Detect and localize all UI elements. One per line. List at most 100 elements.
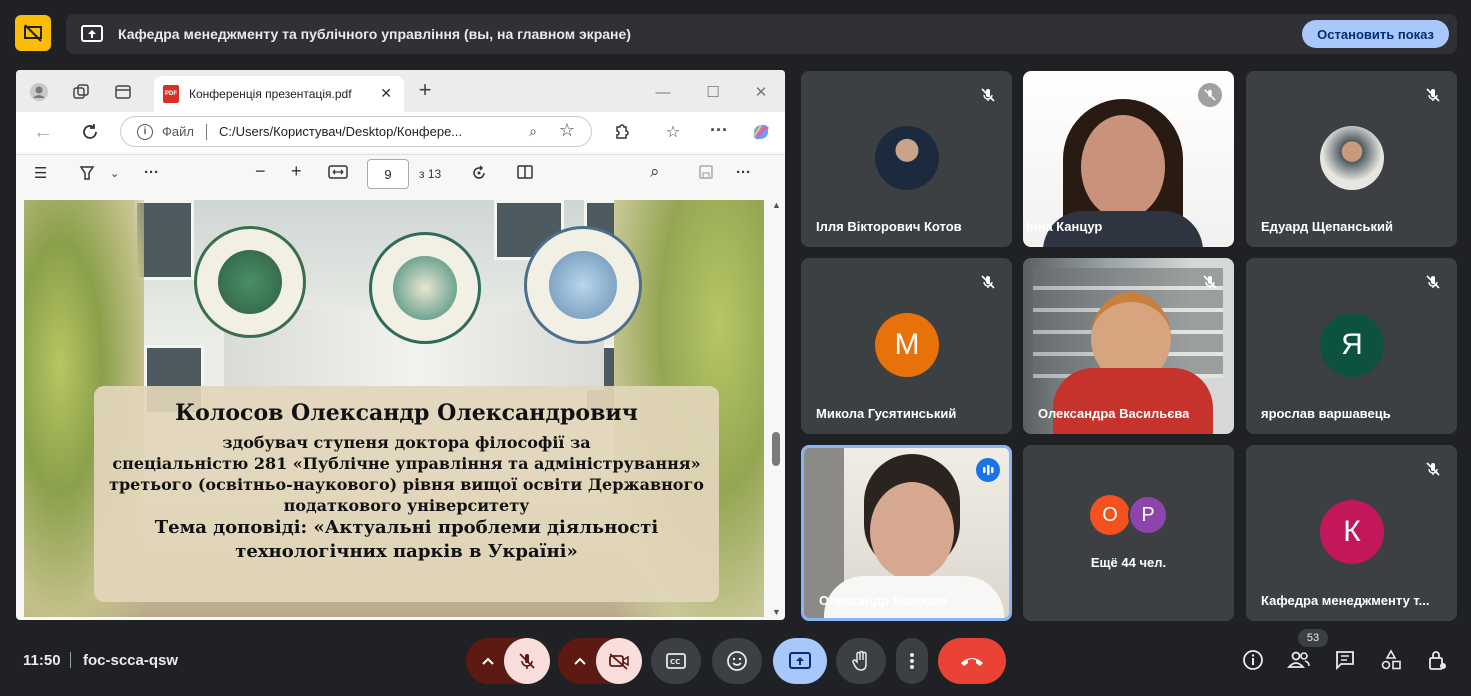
leave-call-button[interactable] xyxy=(938,638,1006,684)
participant-tile[interactable]: М Микола Гусятинський xyxy=(801,258,1012,434)
people-button[interactable] xyxy=(1284,645,1314,675)
avatar: К xyxy=(1320,500,1384,564)
avatar: Р xyxy=(1128,495,1168,535)
draw-options-chevron-icon[interactable]: ⌄ xyxy=(110,167,119,180)
maximize-icon[interactable]: ☐ xyxy=(702,81,724,103)
pdf-file-icon: PDF xyxy=(163,85,179,103)
tab-actions-icon[interactable] xyxy=(112,81,134,103)
chat-button[interactable] xyxy=(1330,645,1360,675)
copilot-icon[interactable] xyxy=(750,121,772,143)
participant-tile[interactable]: Олександра Васильєва xyxy=(1023,258,1234,434)
reactions-button[interactable] xyxy=(712,638,762,684)
participant-tile[interactable]: Едуард Щепанський xyxy=(1246,71,1457,247)
stop-presenting-button[interactable]: Остановить показ xyxy=(1302,20,1449,48)
back-icon[interactable]: ← xyxy=(32,121,54,143)
address-bar[interactable]: i Файл C:/Users/Користувач/Desktop/Конфе… xyxy=(120,116,592,147)
participant-tile[interactable]: К Кафедра менеджменту т... xyxy=(1246,445,1457,621)
page-view-icon[interactable] xyxy=(516,164,534,184)
activities-button[interactable] xyxy=(1376,645,1406,675)
minimize-icon[interactable]: — xyxy=(652,81,674,103)
svg-text:CC: CC xyxy=(670,658,680,666)
participant-name: Ілля Вікторович Котов xyxy=(816,219,962,234)
mic-off-icon xyxy=(976,83,1000,107)
mic-off-icon xyxy=(519,653,535,669)
participant-tile-active-speaker[interactable]: Олександр Колосов xyxy=(801,445,1012,621)
camera-toggle-button[interactable] xyxy=(596,638,642,684)
camera-options-button[interactable] xyxy=(562,638,598,684)
hand-icon xyxy=(852,650,867,671)
participant-name: Олександр Колосов xyxy=(819,593,948,608)
page-number-input[interactable]: 9 xyxy=(367,159,409,189)
address-scheme-label: Файл xyxy=(162,124,194,139)
presentation-indicator-icon[interactable] xyxy=(15,15,51,51)
participant-name: Інна Канцур xyxy=(1026,219,1103,234)
profile-icon[interactable] xyxy=(28,81,50,103)
mic-off-icon xyxy=(976,270,1000,294)
talk-topic-line: технологічних парків в Україні» xyxy=(235,541,578,562)
tab-pdf[interactable]: PDF Конференція презентація.pdf ✕ xyxy=(154,76,404,112)
pdf-settings-more-icon[interactable]: ··· xyxy=(736,164,751,181)
save-icon[interactable] xyxy=(698,164,714,184)
pdf-slide: Колосов Олександр Олександрович здобувач… xyxy=(24,200,764,617)
pdf-toolbar: ☰ ⌄ ··· − + 9 з 13 ⌕ ··· xyxy=(16,154,785,192)
participant-video xyxy=(870,482,954,580)
participant-name: Едуард Щепанський xyxy=(1261,219,1393,234)
meeting-info-button[interactable] xyxy=(1238,645,1268,675)
favorites-icon[interactable]: ☆ xyxy=(662,121,684,143)
pdf-more-icon[interactable]: ··· xyxy=(144,164,159,181)
window-close-icon[interactable]: ✕ xyxy=(750,81,772,103)
mic-off-icon xyxy=(1421,83,1445,107)
close-tab-icon[interactable]: ✕ xyxy=(380,85,392,102)
pdf-search-icon[interactable]: ⌕ xyxy=(650,162,660,182)
favorite-star-icon[interactable]: ☆ xyxy=(559,120,575,141)
more-participants-label: Ещё 44 чел. xyxy=(1090,555,1167,570)
avatar: Я xyxy=(1320,313,1384,377)
workspaces-icon[interactable] xyxy=(70,81,92,103)
faculty-seal-logo xyxy=(369,232,481,344)
new-tab-icon[interactable]: + xyxy=(414,77,436,102)
mic-off-icon xyxy=(1421,270,1445,294)
present-now-button[interactable] xyxy=(773,638,827,684)
shared-browser-window: PDF Конференція презентація.pdf ✕ + — ☐ … xyxy=(16,70,785,620)
mic-off-icon xyxy=(1198,270,1222,294)
banner-title: Кафедра менеджменту та публічного управл… xyxy=(118,26,631,42)
captions-button[interactable]: CC xyxy=(651,638,701,684)
university-seal-logo xyxy=(194,226,306,338)
activities-icon xyxy=(1381,649,1401,670)
end-call-icon xyxy=(961,658,983,666)
participant-name: Олександра Васильєва xyxy=(1038,406,1190,421)
mic-toggle-button[interactable] xyxy=(504,638,550,684)
address-row: ← i Файл C:/Users/Користувач/Desktop/Кон… xyxy=(16,112,785,152)
participant-name: Микола Гусятинський xyxy=(816,406,957,421)
more-participants-tile[interactable]: О Р Ещё 44 чел. xyxy=(1023,445,1234,621)
participant-tile[interactable]: Інна Канцур xyxy=(1023,71,1234,247)
chat-icon xyxy=(1336,651,1354,671)
zoom-in-icon[interactable]: + xyxy=(291,161,302,182)
avatar xyxy=(875,126,939,190)
more-menu-icon[interactable]: ··· xyxy=(708,119,730,141)
reload-icon[interactable] xyxy=(79,121,101,143)
fit-width-icon[interactable] xyxy=(328,164,348,184)
rotate-icon[interactable] xyxy=(470,164,488,186)
present-screen-icon xyxy=(80,25,104,43)
participant-tile[interactable]: Ілля Вікторович Котов xyxy=(801,71,1012,247)
participant-name: Кафедра менеджменту т... xyxy=(1261,593,1430,608)
address-path: C:/Users/Користувач/Desktop/Конфере... xyxy=(218,124,463,139)
info-icon xyxy=(1243,650,1263,670)
info-icon[interactable]: i xyxy=(137,123,153,140)
more-options-button[interactable] xyxy=(896,638,928,684)
host-controls-button[interactable] xyxy=(1422,645,1452,675)
zoom-search-icon[interactable]: ⌕ xyxy=(529,123,537,140)
speaker-name: Колосов Олександр Олександрович xyxy=(175,400,638,426)
mic-options-button[interactable] xyxy=(470,638,506,684)
participant-name: ярослав варшавець xyxy=(1261,406,1391,421)
draw-icon[interactable] xyxy=(78,164,96,186)
mic-off-icon xyxy=(1198,83,1222,107)
pdf-scrollbar[interactable]: ▲ ▼ xyxy=(771,200,781,617)
contents-icon[interactable]: ☰ xyxy=(34,164,47,182)
extensions-icon[interactable] xyxy=(610,121,632,143)
slide-text-box: Колосов Олександр Олександрович здобувач… xyxy=(94,386,719,602)
participant-tile[interactable]: Я ярослав варшавець xyxy=(1246,258,1457,434)
zoom-out-icon[interactable]: − xyxy=(255,161,266,182)
raise-hand-button[interactable] xyxy=(836,638,886,684)
